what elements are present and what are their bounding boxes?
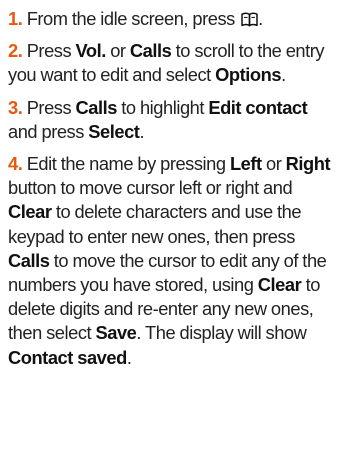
key-label: Clear: [8, 201, 52, 223]
step-number: 2.: [8, 40, 23, 62]
step-text: and press: [8, 120, 89, 142]
step-text: .: [126, 346, 132, 368]
step-number: 1.: [8, 8, 23, 29]
key-label: Select: [88, 120, 140, 142]
step-text: .: [281, 64, 286, 86]
step-2: 2. Press Vol. or Calls to scroll to the …: [8, 39, 334, 87]
step-text: Edit the name by pressing: [22, 153, 230, 175]
step-1: 1. From the idle screen, press .: [8, 7, 334, 31]
step-text: or: [105, 40, 130, 62]
key-label: Calls: [8, 249, 50, 271]
step-number: 4.: [8, 153, 23, 175]
key-label: Options: [215, 64, 282, 86]
key-label: Save: [95, 322, 137, 344]
step-text: Press: [22, 96, 76, 118]
step-4: 4. Edit the name by pressing Left or Rig…: [8, 152, 334, 370]
key-label: Left: [229, 153, 262, 175]
key-label: Edit contact: [208, 96, 308, 118]
step-3: 3. Press Calls to highlight Edit contact…: [8, 96, 334, 144]
instruction-document: 1. From the idle screen, press . 2. Press…: [8, 7, 334, 378]
key-label: Clear: [257, 274, 302, 296]
step-text: Press: [22, 40, 76, 62]
step-text: or: [261, 153, 286, 175]
step-text: button to move cursor left or right and: [8, 177, 293, 199]
step-text: . The display will show: [136, 322, 307, 344]
step-text: .: [139, 120, 145, 142]
key-label: Calls: [129, 40, 172, 62]
key-label: Calls: [75, 96, 118, 118]
key-label: Vol.: [75, 40, 107, 62]
step-number: 3.: [8, 96, 23, 118]
step-text: to delete characters and use the keypad …: [8, 201, 302, 247]
key-label: Right: [285, 153, 331, 175]
step-text: From the idle screen, press: [22, 8, 240, 29]
key-label: Contact saved: [8, 346, 127, 368]
phonebook-icon: [241, 9, 258, 27]
step-text: to highlight: [116, 96, 209, 118]
step-text: .: [258, 8, 263, 29]
